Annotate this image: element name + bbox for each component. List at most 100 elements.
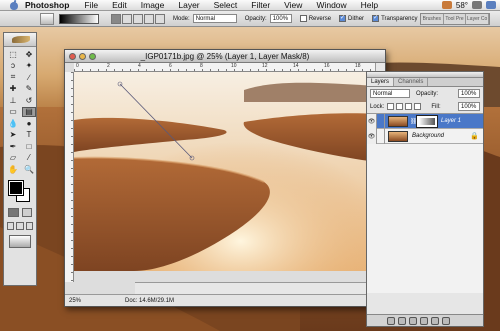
eyedropper-tool-icon[interactable]: ⁄ xyxy=(22,153,36,164)
history-brush-icon[interactable]: ↺ xyxy=(22,95,36,106)
path-selection-icon[interactable]: ➤ xyxy=(6,130,20,141)
transparency-checkbox[interactable]: ✓ xyxy=(372,15,380,22)
dither-checkbox[interactable]: ✓ xyxy=(339,15,347,22)
opacity-input[interactable]: 100% xyxy=(269,14,292,23)
hand-tool-icon[interactable]: ✋ xyxy=(6,164,20,175)
menu-window[interactable]: Window xyxy=(316,0,346,10)
healing-brush-icon[interactable]: ✚ xyxy=(6,84,20,95)
tab-channels[interactable]: Channels xyxy=(394,78,429,86)
layer-row-layer-1[interactable]: 👁 ⛓ Layer 1 xyxy=(367,113,483,129)
document-titlebar[interactable]: _IGP0171b.jpg @ 25% (Layer 1, Layer Mask… xyxy=(65,50,385,63)
apple-menu-icon[interactable] xyxy=(9,0,19,10)
brush-tool-icon[interactable]: ✎ xyxy=(22,84,36,95)
gradient-tool-icon[interactable]: ▤ xyxy=(22,106,36,117)
trash-icon[interactable] xyxy=(442,316,450,325)
lock-icon: 🔒 xyxy=(470,133,479,140)
menu-view[interactable]: View xyxy=(284,0,302,10)
palette-well-tab-tool-presets[interactable]: Tool Pre xyxy=(444,14,467,24)
standard-screen-icon[interactable] xyxy=(7,221,15,230)
gradient-picker[interactable] xyxy=(59,13,99,24)
layer-link-slot[interactable] xyxy=(377,113,385,129)
new-set-icon[interactable] xyxy=(409,316,417,325)
menu-app-name[interactable]: Photoshop xyxy=(25,0,69,10)
layer-style-icon[interactable] xyxy=(387,316,395,325)
menu-select[interactable]: Select xyxy=(214,0,238,10)
dodge-tool-icon[interactable]: ● xyxy=(22,118,36,129)
eye-icon[interactable]: 👁 xyxy=(367,113,377,129)
menu-layer[interactable]: Layer xyxy=(178,0,199,10)
layers-palette-tabs: Layers Channels xyxy=(367,78,483,87)
standard-mode-icon[interactable] xyxy=(8,207,19,217)
weather-icon[interactable] xyxy=(441,1,452,9)
menu-image[interactable]: Image xyxy=(141,0,165,10)
mode-select[interactable]: Normal xyxy=(192,14,237,23)
diamond-gradient-icon[interactable] xyxy=(155,13,165,24)
radial-gradient-icon[interactable] xyxy=(122,13,132,24)
ruler-mark: 2 xyxy=(107,63,110,69)
layer-mask-thumbnail[interactable] xyxy=(416,114,438,128)
eraser-tool-icon[interactable]: ▭ xyxy=(6,107,20,118)
lock-all-icon[interactable] xyxy=(414,103,422,110)
mask-link-icon[interactable]: ⛓ xyxy=(410,118,418,125)
ruler-mark: 10 xyxy=(231,63,237,69)
zoom-tool-icon[interactable]: 🔍 xyxy=(22,164,36,175)
zoom-level[interactable]: 25% xyxy=(69,298,95,304)
blend-mode-select[interactable]: Normal xyxy=(370,89,410,98)
ruler-mark: 16 xyxy=(324,63,330,69)
volume-icon[interactable] xyxy=(472,1,482,9)
toolbox-header[interactable] xyxy=(4,33,36,47)
reverse-checkbox[interactable] xyxy=(299,15,307,22)
palette-well-tab-brushes[interactable]: Brushes xyxy=(421,14,444,24)
horizontal-ruler[interactable]: 0 2 4 6 8 10 12 14 16 18 xyxy=(74,63,375,72)
menu-edit[interactable]: Edit xyxy=(112,0,127,10)
type-tool-icon[interactable]: T xyxy=(22,130,36,141)
blur-tool-icon[interactable]: 💧 xyxy=(6,118,20,129)
reverse-label: Reverse xyxy=(308,15,332,22)
clone-stamp-icon[interactable]: ⊥ xyxy=(6,95,20,106)
new-layer-icon[interactable] xyxy=(431,316,439,325)
crop-tool-icon[interactable]: ⌗ xyxy=(6,72,20,83)
beach-photo xyxy=(74,72,375,271)
jump-to-imageready-icon[interactable] xyxy=(9,234,31,248)
menu-file[interactable]: File xyxy=(84,0,98,10)
reflected-gradient-icon[interactable] xyxy=(144,13,154,24)
image-canvas[interactable] xyxy=(74,72,375,282)
menu-filter[interactable]: Filter xyxy=(251,0,270,10)
move-tool-icon[interactable]: ✥ xyxy=(22,49,36,60)
palette-well-tab-layer-comps[interactable]: Layer Co xyxy=(466,14,490,24)
gradient-tool-preset-icon[interactable] xyxy=(40,12,54,25)
document-window: _IGP0171b.jpg @ 25% (Layer 1, Layer Mask… xyxy=(64,49,386,307)
layer-row-background[interactable]: 👁 Background 🔒 xyxy=(367,128,483,144)
angle-gradient-icon[interactable] xyxy=(133,13,143,24)
spotlight-icon[interactable] xyxy=(486,1,496,9)
eye-icon[interactable]: 👁 xyxy=(367,128,377,144)
foreground-color-swatch[interactable] xyxy=(8,179,24,196)
lock-transparency-icon[interactable] xyxy=(387,103,395,110)
pen-tool-icon[interactable]: ✒ xyxy=(6,141,20,152)
vertical-ruler[interactable] xyxy=(65,72,74,282)
adjustment-layer-icon[interactable] xyxy=(420,316,428,325)
linear-gradient-icon[interactable] xyxy=(111,13,121,24)
full-screen-menu-icon[interactable] xyxy=(16,221,24,230)
blend-opacity-row: Normal Opacity: 100% xyxy=(367,87,483,100)
transparency-label: Transparency xyxy=(381,15,418,22)
menu-help[interactable]: Help xyxy=(361,0,378,10)
full-screen-icon[interactable] xyxy=(25,221,33,230)
slice-tool-icon[interactable]: ∕ xyxy=(22,72,36,83)
tab-layers[interactable]: Layers xyxy=(367,78,395,86)
lasso-tool-icon[interactable]: ↄ xyxy=(6,61,20,72)
layer-opacity-input[interactable]: 100% xyxy=(458,89,480,98)
shape-tool-icon[interactable]: □ xyxy=(22,141,36,152)
fill-input[interactable]: 100% xyxy=(458,102,480,111)
layer-link-slot[interactable] xyxy=(377,128,385,144)
document-title: _IGP0171b.jpg @ 25% (Layer 1, Layer Mask… xyxy=(140,51,310,61)
notes-tool-icon[interactable]: ▱ xyxy=(6,153,20,164)
document-size[interactable]: Doc: 14.6M/29.1M xyxy=(125,298,174,304)
horizontal-scrollbar[interactable] xyxy=(135,282,375,294)
lock-position-icon[interactable] xyxy=(405,103,413,110)
lock-image-icon[interactable] xyxy=(396,103,404,110)
magic-wand-icon[interactable]: ✦ xyxy=(22,61,36,72)
add-mask-icon[interactable] xyxy=(398,316,406,325)
marquee-tool-icon[interactable]: ⬚ xyxy=(6,49,20,60)
quick-mask-mode-icon[interactable] xyxy=(21,207,32,217)
